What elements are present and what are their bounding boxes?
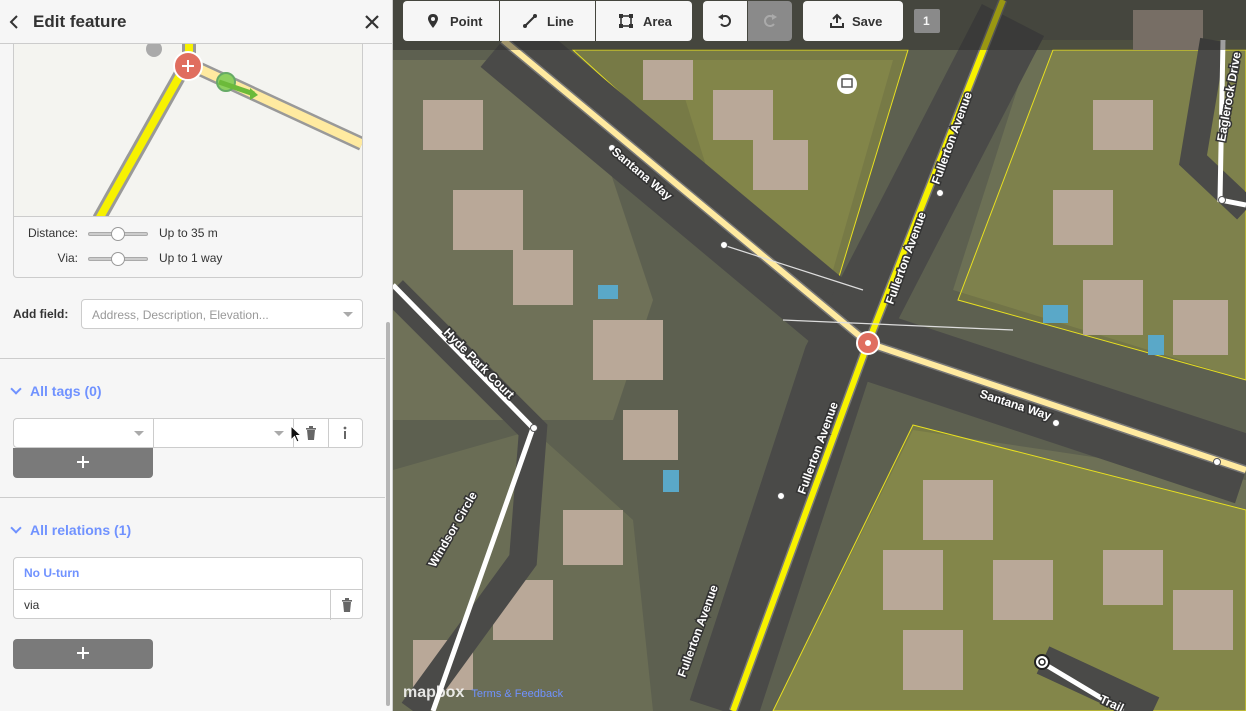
plus-icon-stem — [82, 456, 84, 468]
add-relation-button[interactable] — [13, 639, 153, 669]
via-row: Via: Up to 1 way — [14, 248, 362, 268]
all-tags-title: All tags (0) — [30, 383, 102, 399]
area-label: Area — [643, 14, 672, 29]
mouse-cursor-icon — [290, 425, 302, 443]
via-slider-knob[interactable] — [111, 252, 125, 266]
back-icon[interactable] — [6, 11, 26, 33]
trash-icon — [342, 598, 352, 612]
save-count-badge: 1 — [914, 9, 940, 33]
chevron-down-icon — [10, 383, 22, 395]
add-area-button[interactable]: Area — [596, 1, 692, 41]
add-tag-button[interactable] — [13, 448, 153, 478]
tag-key-input[interactable] — [14, 419, 154, 447]
map-canvas[interactable]: Santana Way Santana Way Fullerton Avenue… — [393, 0, 1246, 711]
via-label: Via: — [57, 251, 78, 265]
all-relations-toggle[interactable]: All relations (1) — [10, 522, 132, 538]
divider — [0, 358, 385, 359]
distance-value: Up to 35 m — [159, 226, 218, 240]
add-field-label: Add field: — [13, 307, 69, 321]
all-tags-toggle[interactable]: All tags (0) — [10, 383, 102, 399]
map-imagery: Santana Way Santana Way Fullerton Avenue… — [393, 0, 1246, 711]
add-field-combo[interactable]: Address, Description, Elevation... — [81, 299, 363, 329]
save-label: Save — [852, 14, 883, 29]
chevron-down-icon — [274, 431, 284, 436]
sidebar-header: Edit feature — [0, 0, 392, 44]
line-icon — [523, 14, 537, 28]
divider — [0, 497, 385, 498]
chevron-down-icon — [343, 312, 353, 317]
add-point-button[interactable]: Point — [403, 1, 499, 41]
page-title: Edit feature — [33, 12, 127, 31]
chevron-down-icon — [10, 522, 22, 534]
info-icon — [343, 426, 347, 439]
close-icon[interactable] — [360, 10, 384, 34]
map-attribution: mapbox Terms & Feedback — [403, 684, 563, 702]
relation-role-input[interactable]: via — [24, 598, 39, 612]
add-field-input[interactable]: Address, Description, Elevation... — [92, 308, 269, 322]
sidebar-scrollbar[interactable] — [386, 322, 390, 706]
plus-icon-stem — [82, 647, 84, 659]
undo-icon — [718, 14, 731, 27]
distance-slider[interactable] — [88, 227, 148, 241]
distance-row: Distance: Up to 35 m — [14, 223, 362, 243]
line-label: Line — [547, 14, 574, 29]
relation-role-row: via — [14, 589, 362, 620]
area-icon — [619, 14, 633, 28]
via-slider[interactable] — [88, 252, 148, 266]
chevron-down-icon — [134, 431, 144, 436]
point-icon — [428, 14, 438, 28]
turn-restriction-field: Distance: Up to 35 m Via: Up to 1 way — [13, 44, 363, 278]
redo-icon — [764, 14, 777, 27]
remove-membership-button[interactable] — [330, 590, 362, 620]
terms-feedback-link[interactable]: Terms & Feedback — [471, 688, 563, 700]
save-button[interactable]: Save — [803, 1, 903, 41]
trash-icon — [306, 426, 316, 440]
point-label: Point — [450, 14, 483, 29]
add-line-button[interactable]: Line — [500, 1, 595, 41]
tag-value-input[interactable] — [154, 419, 294, 447]
distance-label: Distance: — [27, 226, 78, 240]
redo-button[interactable] — [748, 1, 792, 41]
all-relations-title: All relations (1) — [30, 522, 132, 538]
undo-button[interactable] — [703, 1, 747, 41]
distance-slider-knob[interactable] — [111, 227, 125, 241]
tag-row — [13, 418, 363, 448]
inspector-sidebar: Edit feature Distance: Up to 35 m Via: U… — [0, 0, 393, 711]
mapbox-logo: mapbox — [403, 684, 465, 701]
via-value: Up to 1 way — [159, 251, 223, 265]
turn-restriction-map[interactable] — [14, 44, 362, 217]
upload-icon — [830, 13, 844, 28]
sidebar-scroll-area: Distance: Up to 35 m Via: Up to 1 way Ad… — [0, 44, 385, 711]
save-count: 1 — [923, 14, 930, 28]
top-toolbar: Point Line Area Save 1 — [393, 0, 1246, 50]
relation-membership: No U-turn via — [13, 557, 363, 620]
tag-info-button[interactable] — [329, 419, 362, 447]
relation-name-link[interactable]: No U-turn — [24, 566, 79, 580]
